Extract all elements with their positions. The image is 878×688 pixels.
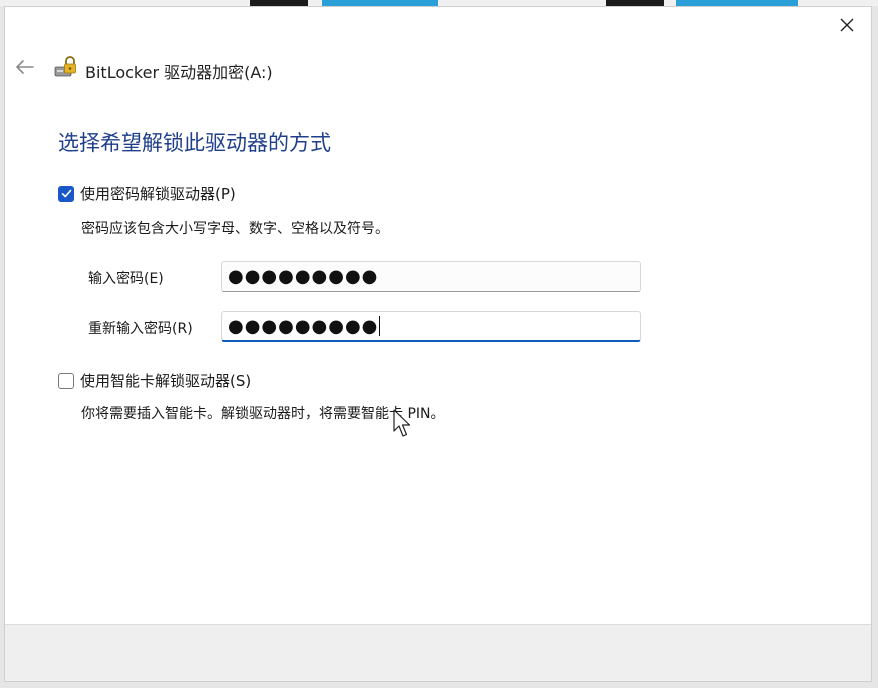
smartcard-unlock-label: 使用智能卡解锁驱动器(S) bbox=[80, 372, 252, 390]
mouse-pointer-icon bbox=[393, 409, 411, 437]
reenter-password-field[interactable]: ●●●●●●●●● bbox=[221, 311, 641, 342]
back-arrow-icon bbox=[16, 60, 34, 74]
smartcard-requirements-text: 你将需要插入智能卡。解锁驱动器时，将需要智能卡 PIN。 bbox=[81, 406, 445, 422]
password-unlock-option[interactable]: 使用密码解锁驱动器(P) bbox=[58, 183, 236, 204]
back-button[interactable] bbox=[11, 53, 39, 81]
enter-password-label: 输入密码(E) bbox=[88, 271, 164, 287]
reenter-password-value: ●●●●●●●●● bbox=[228, 315, 379, 337]
window-title: BitLocker 驱动器加密(A:) bbox=[85, 63, 273, 82]
password-unlock-label: 使用密码解锁驱动器(P) bbox=[80, 185, 236, 203]
checkmark-icon bbox=[61, 189, 71, 198]
bitlocker-dialog: BitLocker 驱动器加密(A:) 选择希望解锁此驱动器的方式 使用密码解锁… bbox=[4, 6, 872, 682]
bitlocker-drive-icon bbox=[54, 56, 76, 77]
page-heading: 选择希望解锁此驱动器的方式 bbox=[58, 131, 331, 155]
text-caret bbox=[379, 316, 381, 336]
enter-password-field[interactable]: ●●●●●●●●● bbox=[221, 261, 641, 292]
password-unlock-checkbox[interactable] bbox=[58, 185, 74, 202]
smartcard-unlock-checkbox[interactable] bbox=[58, 372, 74, 389]
enter-password-value: ●●●●●●●●● bbox=[228, 266, 379, 287]
password-requirements-text: 密码应该包含大小写字母、数字、空格以及符号。 bbox=[81, 221, 389, 237]
close-icon bbox=[840, 18, 854, 32]
reenter-password-label: 重新输入密码(R) bbox=[88, 321, 193, 337]
close-button[interactable] bbox=[829, 9, 865, 41]
smartcard-unlock-option[interactable]: 使用智能卡解锁驱动器(S) bbox=[58, 370, 251, 391]
dialog-footer bbox=[5, 624, 871, 681]
